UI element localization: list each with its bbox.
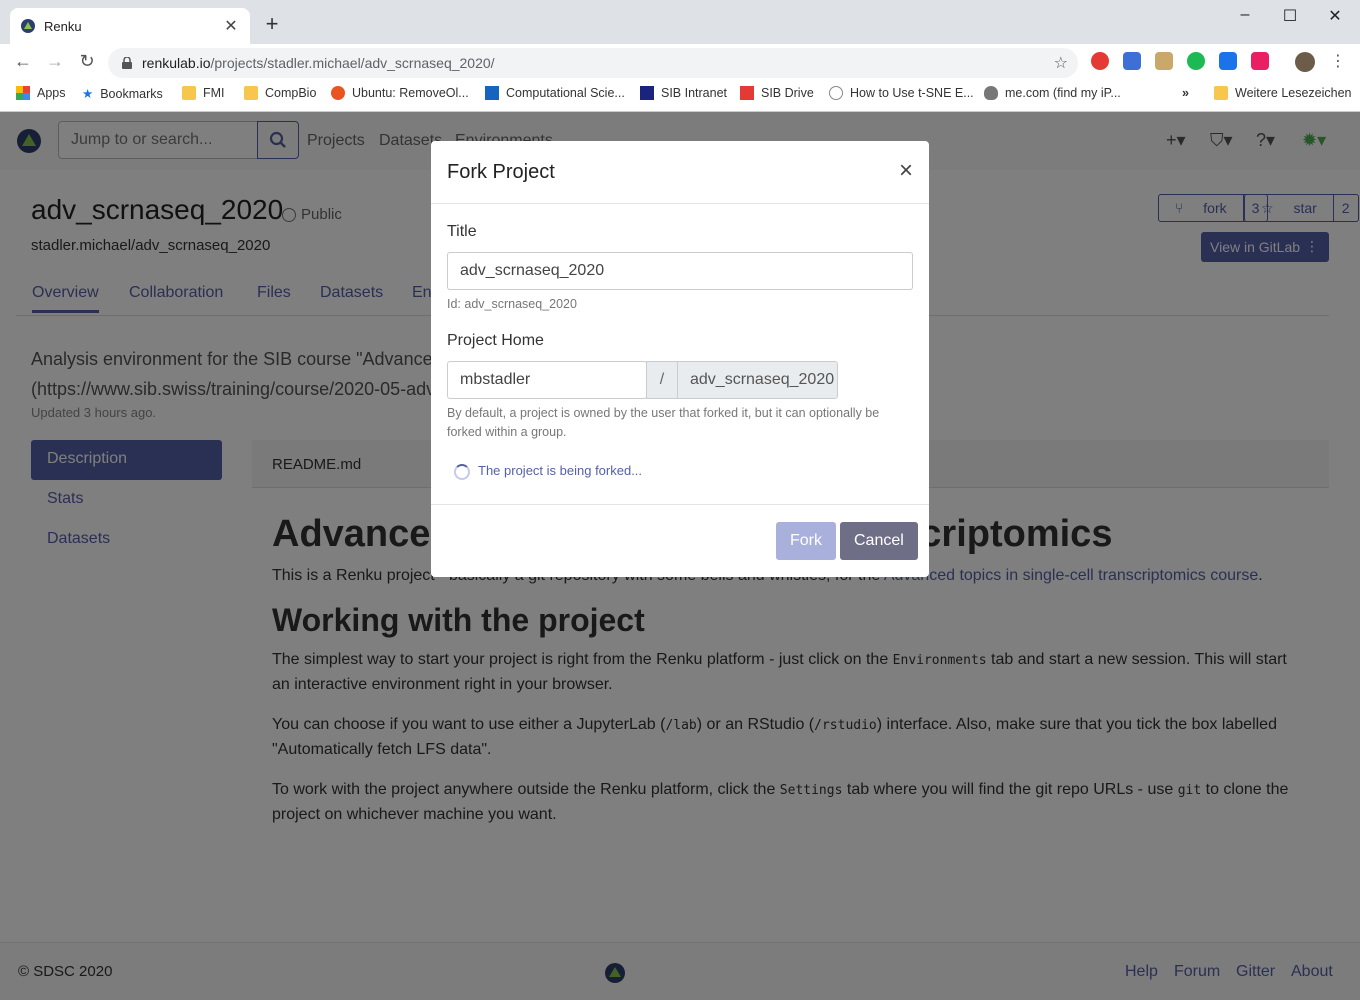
project-slug: adv_scrnaseq_2020 — [677, 361, 838, 399]
apps-grid-icon — [16, 86, 30, 100]
bookmark-star-icon[interactable]: ☆ — [1054, 53, 1068, 73]
title-label: Title — [447, 223, 477, 240]
window-close-icon[interactable]: ✕ — [1320, 6, 1350, 26]
fork-progress-text: The project is being forked... — [478, 463, 643, 478]
distill-icon — [829, 86, 843, 100]
bookmark-me-com[interactable]: me.com (find my iP... — [984, 86, 1121, 100]
browser-tab[interactable]: Renku ✕ — [10, 8, 250, 44]
bookmark-weitere-lesezeichen[interactable]: Weitere Lesezeichen — [1214, 86, 1352, 100]
back-icon[interactable]: ← — [12, 51, 34, 72]
modal-header: Fork Project × — [431, 141, 929, 204]
profile-avatar[interactable] — [1295, 52, 1315, 72]
notes-extension-icon[interactable] — [1155, 52, 1173, 70]
bookmark-fmi[interactable]: FMI — [182, 86, 225, 100]
minimize-icon[interactable]: – — [1230, 6, 1260, 24]
modal-title: Fork Project — [447, 161, 555, 183]
id-hint: Id: adv_scrnaseq_2020 — [447, 297, 577, 311]
loading-spinner-icon — [454, 464, 470, 480]
bookmarks-bar: Apps ★ Bookmarks FMI CompBio Ubuntu: Remo… — [0, 80, 1360, 112]
modal-close-icon[interactable]: × — [899, 159, 913, 183]
bookmark-sib-intranet[interactable]: SIB Intranet — [640, 86, 727, 100]
sib-icon — [640, 86, 654, 100]
calendar-extension-icon[interactable] — [1219, 52, 1237, 70]
puzzle-extension-icon[interactable] — [1251, 52, 1269, 70]
apple-icon — [984, 86, 998, 100]
browser-titlebar: Renku ✕ + – ☐ ✕ — [0, 0, 1360, 44]
folder-icon — [1214, 86, 1228, 100]
lock-icon — [122, 57, 132, 69]
confluence-icon — [485, 86, 499, 100]
project-home-label: Project Home — [447, 332, 544, 349]
title-input[interactable]: adv_scrnaseq_2020 — [447, 252, 913, 290]
new-tab-icon[interactable]: + — [262, 12, 282, 36]
bookmark-sib-drive[interactable]: SIB Drive — [740, 86, 814, 100]
reload-icon[interactable]: ↻ — [76, 51, 98, 72]
bookmarks-overflow-icon[interactable]: » — [1182, 86, 1189, 100]
address-bar[interactable]: renkulab.io/projects/stadler.michael/adv… — [108, 48, 1078, 78]
fork-submit-button[interactable]: Fork — [776, 522, 836, 560]
opera-extension-icon[interactable] — [1091, 52, 1109, 70]
bookmark-computational-science[interactable]: Computational Scie... — [485, 86, 625, 100]
ubuntu-icon — [331, 86, 345, 100]
star-icon: ★ — [82, 87, 94, 101]
browser-menu-icon[interactable]: ⋮ — [1327, 51, 1349, 71]
bookmark-tsne[interactable]: How to Use t-SNE E... — [829, 86, 974, 100]
project-home-hint: By default, a project is owned by the us… — [447, 406, 880, 439]
bookmark-apps[interactable]: Apps — [16, 86, 66, 100]
cap-extension-icon[interactable] — [1123, 52, 1141, 70]
url-host: renkulab.io — [142, 55, 211, 71]
chat-extension-icon[interactable] — [1187, 52, 1205, 70]
renku-favicon-icon — [21, 19, 35, 33]
url-path: /projects/stadler.michael/adv_scrnaseq_2… — [210, 55, 495, 71]
folder-icon — [244, 86, 258, 100]
modal-footer-divider — [431, 504, 929, 505]
bookmark-compbio[interactable]: CompBio — [244, 86, 316, 100]
cancel-button[interactable]: Cancel — [840, 522, 918, 560]
maximize-icon[interactable]: ☐ — [1275, 6, 1305, 26]
tab-close-icon[interactable]: ✕ — [222, 16, 240, 36]
folder-icon — [182, 86, 196, 100]
bookmark-ubuntu[interactable]: Ubuntu: RemoveOl... — [331, 86, 469, 100]
namespace-select[interactable]: mbstadler — [447, 361, 647, 399]
fork-project-modal: Fork Project × Title adv_scrnaseq_2020 I… — [431, 141, 929, 577]
tab-title: Renku — [44, 18, 82, 34]
bookmark-bookmarks[interactable]: ★ Bookmarks — [82, 86, 163, 102]
forward-icon[interactable]: → — [44, 51, 66, 72]
drive-icon — [740, 86, 754, 100]
path-separator: / — [646, 361, 678, 399]
